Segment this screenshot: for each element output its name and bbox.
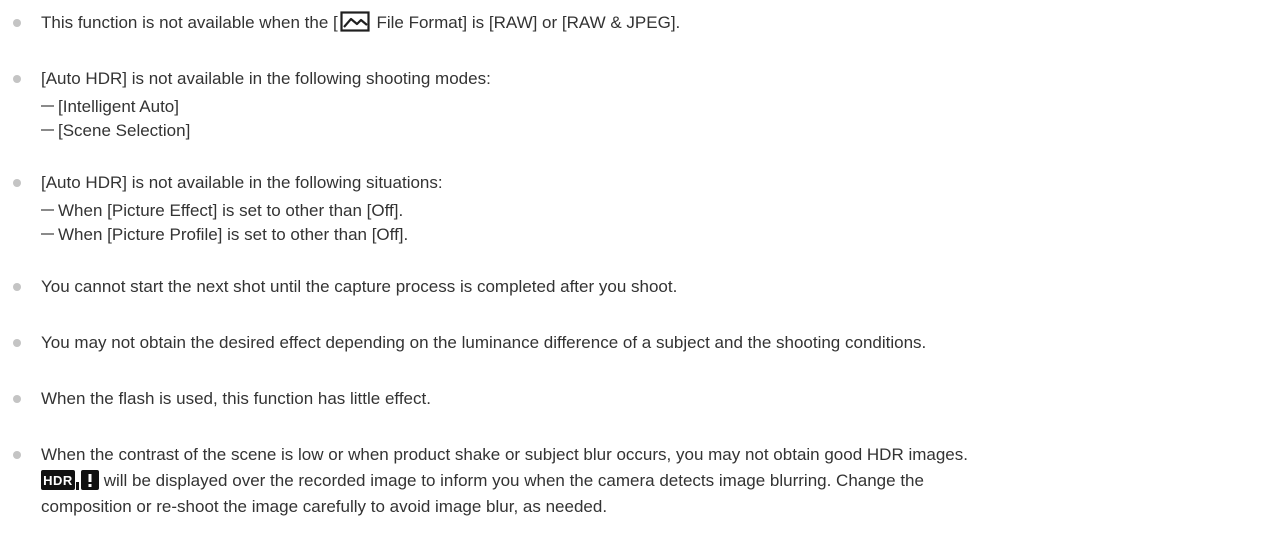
note-text: [Auto HDR] is not available in the follo…: [41, 69, 491, 88]
sub-item-text: [Intelligent Auto]: [58, 97, 179, 116]
bullet-icon: [13, 283, 21, 291]
note-text: [Auto HDR] is not available in the follo…: [41, 173, 443, 192]
sub-item-text: [Scene Selection]: [58, 121, 191, 140]
note-text-line-2: HDR will be displayed over the recorded …: [41, 468, 924, 494]
note-text-after: File Format] is [RAW] or [RAW & JPEG].: [371, 13, 681, 32]
note-text: This function is not available when the …: [41, 10, 680, 36]
bullet-icon: [13, 339, 21, 347]
dash-icon: [41, 232, 54, 235]
bullet-icon: [13, 19, 21, 27]
sub-item-text: When [Picture Profile] is set to other t…: [58, 225, 409, 244]
note-text: You may not obtain the desired effect de…: [41, 333, 927, 352]
notes-list: This function is not available when the …: [0, 0, 1282, 560]
dash-icon: [41, 208, 54, 211]
hdr-warning-icon: HDR: [41, 469, 99, 490]
note-text-line-3: composition or re-shoot the image carefu…: [41, 497, 608, 516]
note-text-before: This function is not available when the …: [41, 13, 338, 32]
note-text-line-1: When the contrast of the scene is low or…: [41, 445, 968, 464]
file-format-icon: [340, 11, 370, 32]
sub-item: When [Picture Effect] is set to other th…: [41, 198, 403, 224]
svg-text:HDR: HDR: [43, 473, 73, 488]
note-text: You cannot start the next shot until the…: [41, 277, 678, 296]
bullet-icon: [13, 451, 21, 459]
sub-item: When [Picture Profile] is set to other t…: [41, 222, 408, 248]
dash-icon: [41, 128, 54, 131]
note-text-line-2-text: will be displayed over the recorded imag…: [99, 471, 924, 490]
sub-item-text: When [Picture Effect] is set to other th…: [58, 201, 404, 220]
dash-icon: [41, 104, 54, 107]
bullet-icon: [13, 395, 21, 403]
sub-item: [Scene Selection]: [41, 118, 190, 144]
sub-item: [Intelligent Auto]: [41, 94, 179, 120]
bullet-icon: [13, 179, 21, 187]
note-text: When the flash is used, this function ha…: [41, 389, 431, 408]
bullet-icon: [13, 75, 21, 83]
